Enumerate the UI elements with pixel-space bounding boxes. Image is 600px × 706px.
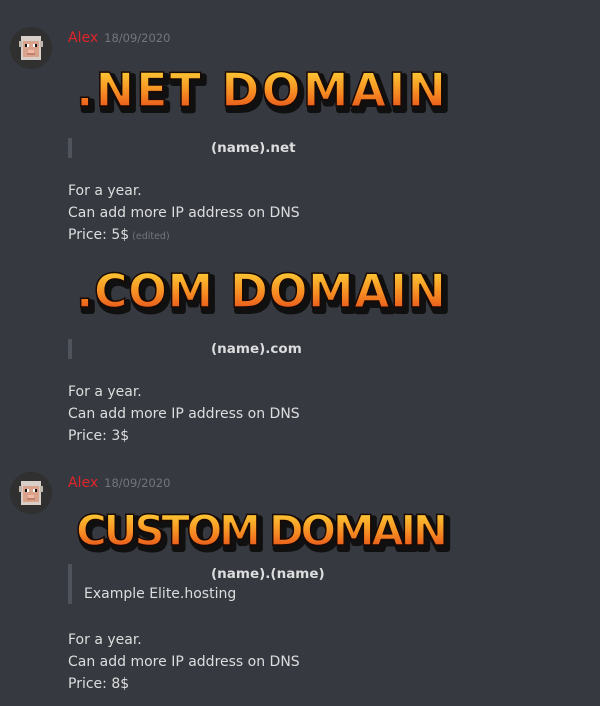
timestamp: 18/09/2020 [104,476,171,490]
line-dns: Can add more IP address on DNS [68,406,300,422]
edited-tag: (edited) [132,231,170,242]
line-duration: For a year. [68,183,142,199]
line-dns: Can add more IP address on DNS [68,205,300,221]
author-name[interactable]: Alex [68,475,98,491]
net-domain-banner: .NET DOMAIN .NET DOMAIN [75,62,452,120]
sheep-avatar-icon [10,27,52,69]
embed-quote: (name).net [68,138,296,158]
embed-title: (name).net [211,140,296,156]
line-duration: For a year. [68,632,142,648]
line-price: Price: 5$ (edited) [68,224,300,248]
embed-quote: (name).com [68,339,302,359]
com-domain-banner: .COM DOMAIN .COM DOMAIN [75,263,452,321]
message-header: Alex 18/09/2020 [68,472,171,491]
message-body: For a year. Can add more IP address on D… [68,180,300,248]
author-name[interactable]: Alex [68,30,98,46]
banner-text: .COM DOMAIN [76,264,446,318]
sheep-avatar-icon [10,472,52,514]
avatar[interactable] [10,27,52,69]
timestamp: 18/09/2020 [104,31,171,45]
banner-text: .NET DOMAIN [76,63,446,117]
message-body: For a year. Can add more IP address on D… [68,629,300,695]
custom-domain-banner: CUSTOM DOMAIN CUSTOM DOMAIN [75,505,454,559]
embed-title: (name).com [211,341,302,357]
price-text: Price: 5$ [68,227,130,243]
line-price: Price: 8$ [68,676,130,692]
embed-title: (name).(name) [211,566,325,582]
message-body: For a year. Can add more IP address on D… [68,381,300,447]
avatar[interactable] [10,472,52,514]
line-duration: For a year. [68,384,142,400]
line-price: Price: 3$ [68,428,130,444]
embed-description: Example Elite.hosting [84,586,237,602]
message-header: Alex 18/09/2020 [68,27,171,46]
embed-quote: (name).(name) Example Elite.hosting [68,564,325,604]
line-dns: Can add more IP address on DNS [68,654,300,670]
banner-text: CUSTOM DOMAIN [76,506,448,555]
